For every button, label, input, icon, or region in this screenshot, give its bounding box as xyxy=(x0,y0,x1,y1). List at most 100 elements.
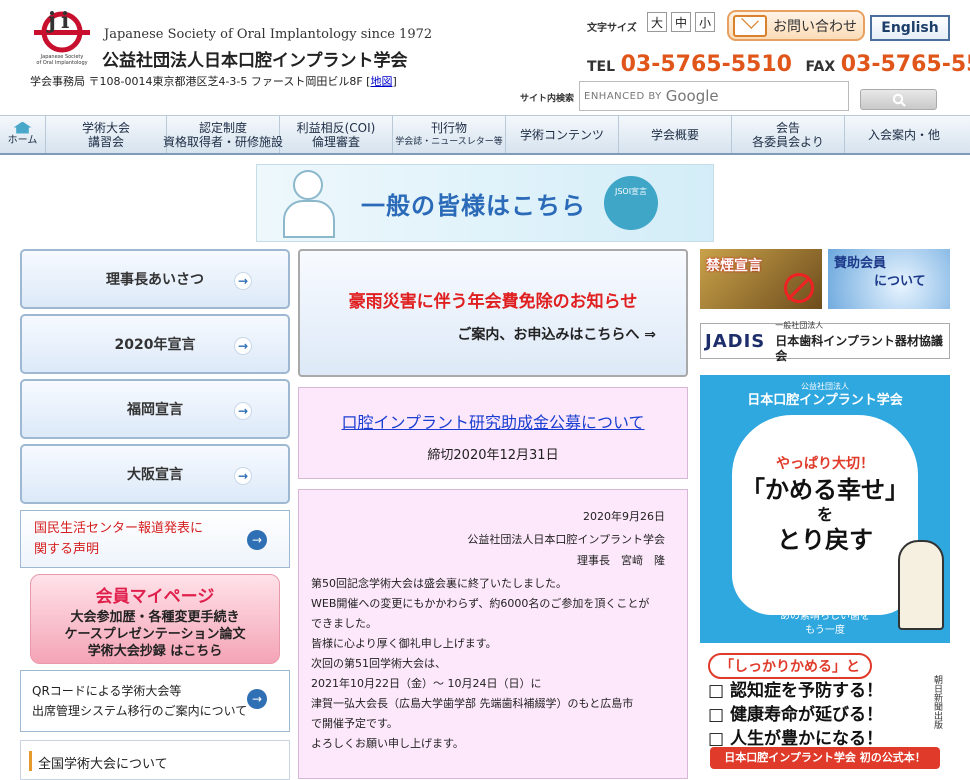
search-icon xyxy=(892,93,906,107)
jsoi-logo-icon[interactable]: j i Japanese Society of Oral Implantolog… xyxy=(30,6,94,68)
declaration-2020-button[interactable]: 2020年宣言 → xyxy=(20,314,290,374)
nav-item-certification[interactable]: 認定制度 資格取得者・研修施設 xyxy=(163,116,283,153)
mypage-line: 大会参加歴・各種変更手続き xyxy=(70,610,240,625)
qr-attendance-link[interactable]: QRコードによる学術大会等 出席管理システム移行のご案内について → xyxy=(20,670,290,732)
search-button[interactable] xyxy=(860,89,937,110)
arrow-right-icon: → xyxy=(234,402,252,420)
supporting-members-banner[interactable]: 賛助会員 について xyxy=(828,249,950,309)
search-placeholder-prefix: ENHANCED BY xyxy=(584,90,662,102)
address-text: 学会事務局 〒108-0014東京都港区芝4-3-5 ファースト岡田ビル8F xyxy=(30,75,363,88)
poster-sub-line: もう一度 xyxy=(805,625,845,636)
logo-english-name: Japanese Society of Oral Implantology si… xyxy=(104,27,433,42)
nav-label: 学会概要 xyxy=(650,127,699,142)
fax-label: FAX xyxy=(805,59,836,75)
button-label: 2020年宣言 xyxy=(114,337,196,353)
nav-label: 刊行物 xyxy=(430,120,467,135)
svg-text:i: i xyxy=(61,8,69,34)
nav-label: 会告 xyxy=(775,120,800,135)
tel-label: TEL xyxy=(587,59,616,75)
button-label: 理事長あいさつ xyxy=(106,272,204,288)
doctor-illustration-icon xyxy=(279,168,339,238)
banner-title: 一般の皆様はこちら xyxy=(361,191,586,220)
message-line: 津賀一弘大会長（広島大学歯学部 先端歯科補綴学）のもと広島市 xyxy=(311,697,634,710)
message-line: 2021年10月22日（金）～ 10月24日（日）に xyxy=(311,677,542,690)
arrow-circle-icon: → xyxy=(247,530,267,550)
message-line: 第50回記念学術大会は盛会裏に終了いたしました。 xyxy=(311,577,567,590)
tel-number: 03-5765-5510 xyxy=(620,52,792,77)
poster-society: 日本口腔インプラント学会 xyxy=(747,393,903,408)
grant-deadline: 締切2020年12月31日 xyxy=(427,448,559,463)
fukuoka-declaration-button[interactable]: 福岡宣言 → xyxy=(20,379,290,439)
rain-notice-sub: ご案内、お申込みはこちらへ ⇒ xyxy=(457,327,656,343)
national-conference-link[interactable]: 全国学術大会について xyxy=(20,740,290,780)
mypage-line: ケースプレゼンテーション論文 xyxy=(64,627,246,642)
sanjo-line-2: について xyxy=(874,274,926,289)
poster-bottom: 「しっかりかめる」と □ 認知症を予防する！ □ 健康寿命が延びる！ □ 人生が… xyxy=(708,653,918,751)
member-mypage-button[interactable]: 会員マイページ 大会参加歴・各種変更手続き ケースプレゼンテーション論文 学術大… xyxy=(30,574,280,664)
nav-sublabel: 講習会 xyxy=(87,134,124,149)
logo-japanese-name[interactable]: 公益社団法人日本口腔インプラント学会 xyxy=(102,46,408,71)
button-label: 福岡宣言 xyxy=(127,402,183,418)
president-greeting-button[interactable]: 理事長あいさつ → xyxy=(20,249,290,309)
research-grant-link[interactable]: 口腔インプラント研究助成金公募について xyxy=(299,409,687,433)
contact-button[interactable]: お問い合わせ xyxy=(727,10,865,41)
nav-sublabel: 学会誌・ニュースレター等 xyxy=(395,136,503,147)
poster-yappari: やっぱり大切！ xyxy=(776,456,874,472)
no-smoking-icon xyxy=(784,273,814,303)
map-link[interactable]: 地図 xyxy=(370,75,392,88)
jadis-banner[interactable]: JADIS 一般社団法人 日本歯科インプラント器材協議会 xyxy=(700,321,950,363)
nav-item-coi[interactable]: 利益相反(COI) 倫理審査 xyxy=(280,116,393,153)
search-placeholder-brand: Google xyxy=(665,87,719,105)
jadis-small: 一般社団法人 xyxy=(775,321,824,330)
message-org: 公益社団法人日本口腔インプラント学会 xyxy=(467,533,665,546)
english-button[interactable]: English xyxy=(870,15,950,41)
nav-item-membership[interactable]: 入会案内・他 xyxy=(845,116,963,153)
nav-item-publications[interactable]: 刊行物 学会誌・ニュースレター等 xyxy=(393,116,506,153)
font-size-small-button[interactable]: 小 xyxy=(695,12,715,32)
font-size-medium-button[interactable]: 中 xyxy=(671,12,691,32)
mypage-title: 会員マイページ xyxy=(95,587,215,607)
official-book-poster[interactable]: 公益社団法人 日本口腔インプラント学会 やっぱり大切！ 「かめる幸せ」 を とり… xyxy=(700,375,950,770)
office-address: 学会事務局 〒108-0014東京都港区芝4-3-5 ファースト岡田ビル8F [… xyxy=(30,75,397,88)
font-size-large-button[interactable]: 大 xyxy=(647,12,667,32)
poster-footer: 日本口腔インプラント学会 初の公式本！ xyxy=(710,747,940,769)
nav-item-conference[interactable]: 学術大会 講習会 xyxy=(46,116,167,153)
arrow-right-icon: → xyxy=(234,272,252,290)
nav-label: 学術大会 xyxy=(81,120,130,135)
nav-label: 学術コンテンツ xyxy=(519,127,604,142)
accent-bar xyxy=(29,751,32,771)
svg-text:of Oral Implantology: of Oral Implantology xyxy=(36,60,87,66)
poster-headline-line: を xyxy=(816,505,833,524)
nav-item-contents[interactable]: 学術コンテンツ xyxy=(506,116,619,153)
contact-label: お問い合わせ xyxy=(773,18,857,35)
research-grant-box: 口腔インプラント研究助成金公募について 締切2020年12月31日 xyxy=(298,387,688,479)
nav-label: 入会案内・他 xyxy=(867,127,940,142)
mail-icon xyxy=(733,14,767,37)
sanjo-line-1: 賛助会員 xyxy=(834,256,887,271)
no-smoking-declaration-banner[interactable]: 禁煙宣言 xyxy=(700,249,822,309)
message-body: 第50回記念学術大会は盛会裏に終了いたしました。 WEB開催への変更にもかかわら… xyxy=(311,574,677,754)
nav-sublabel: 各委員会より xyxy=(752,134,824,149)
nav-label: 利益相反(COI) xyxy=(296,120,376,135)
site-search-label: サイト内検索 xyxy=(520,94,575,104)
message-line: 皆様に心より厚く御礼申し上げます。 xyxy=(311,637,497,650)
nav-item-notices[interactable]: 会告 各委員会より xyxy=(732,116,845,153)
rain-notice-title: 豪雨災害に伴う年会費免除のお知らせ xyxy=(348,292,638,312)
consumer-center-statement-link[interactable]: 国民生活センター報道発表に 関する声明 → xyxy=(20,510,290,568)
main-nav: ホーム 学術大会 講習会 認定制度 資格取得者・研修施設 利益相反(COI) 倫理審査… xyxy=(0,115,970,155)
search-input[interactable]: ENHANCED BY Google xyxy=(579,81,849,111)
poster-top: 公益社団法人 日本口腔インプラント学会 やっぱり大切！ 「かめる幸せ」 を とり… xyxy=(700,375,950,643)
jsoi-declaration-badge: JSOI宣言 xyxy=(604,176,658,230)
message-date: 2020年9月26日 xyxy=(583,510,665,523)
font-size-label: 文字サイズ xyxy=(587,23,637,34)
fax-number: 03-5765-5516 xyxy=(840,52,970,77)
nav-home-label: ホーム xyxy=(7,134,38,146)
nav-home[interactable]: ホーム xyxy=(0,116,46,153)
mypage-line: 学術大会抄録 はこちら xyxy=(87,644,223,659)
arrow-right-icon: → xyxy=(234,467,252,485)
public-info-banner[interactable]: 一般の皆様はこちら JSOI宣言 xyxy=(256,164,714,242)
nav-item-about[interactable]: 学会概要 xyxy=(619,116,732,153)
osaka-declaration-button[interactable]: 大阪宣言 → xyxy=(20,444,290,504)
jadis-logo: JADIS xyxy=(705,330,766,352)
fee-exemption-notice-button[interactable]: 豪雨災害に伴う年会費免除のお知らせ ご案内、お申込みはこちらへ ⇒ xyxy=(298,249,688,377)
